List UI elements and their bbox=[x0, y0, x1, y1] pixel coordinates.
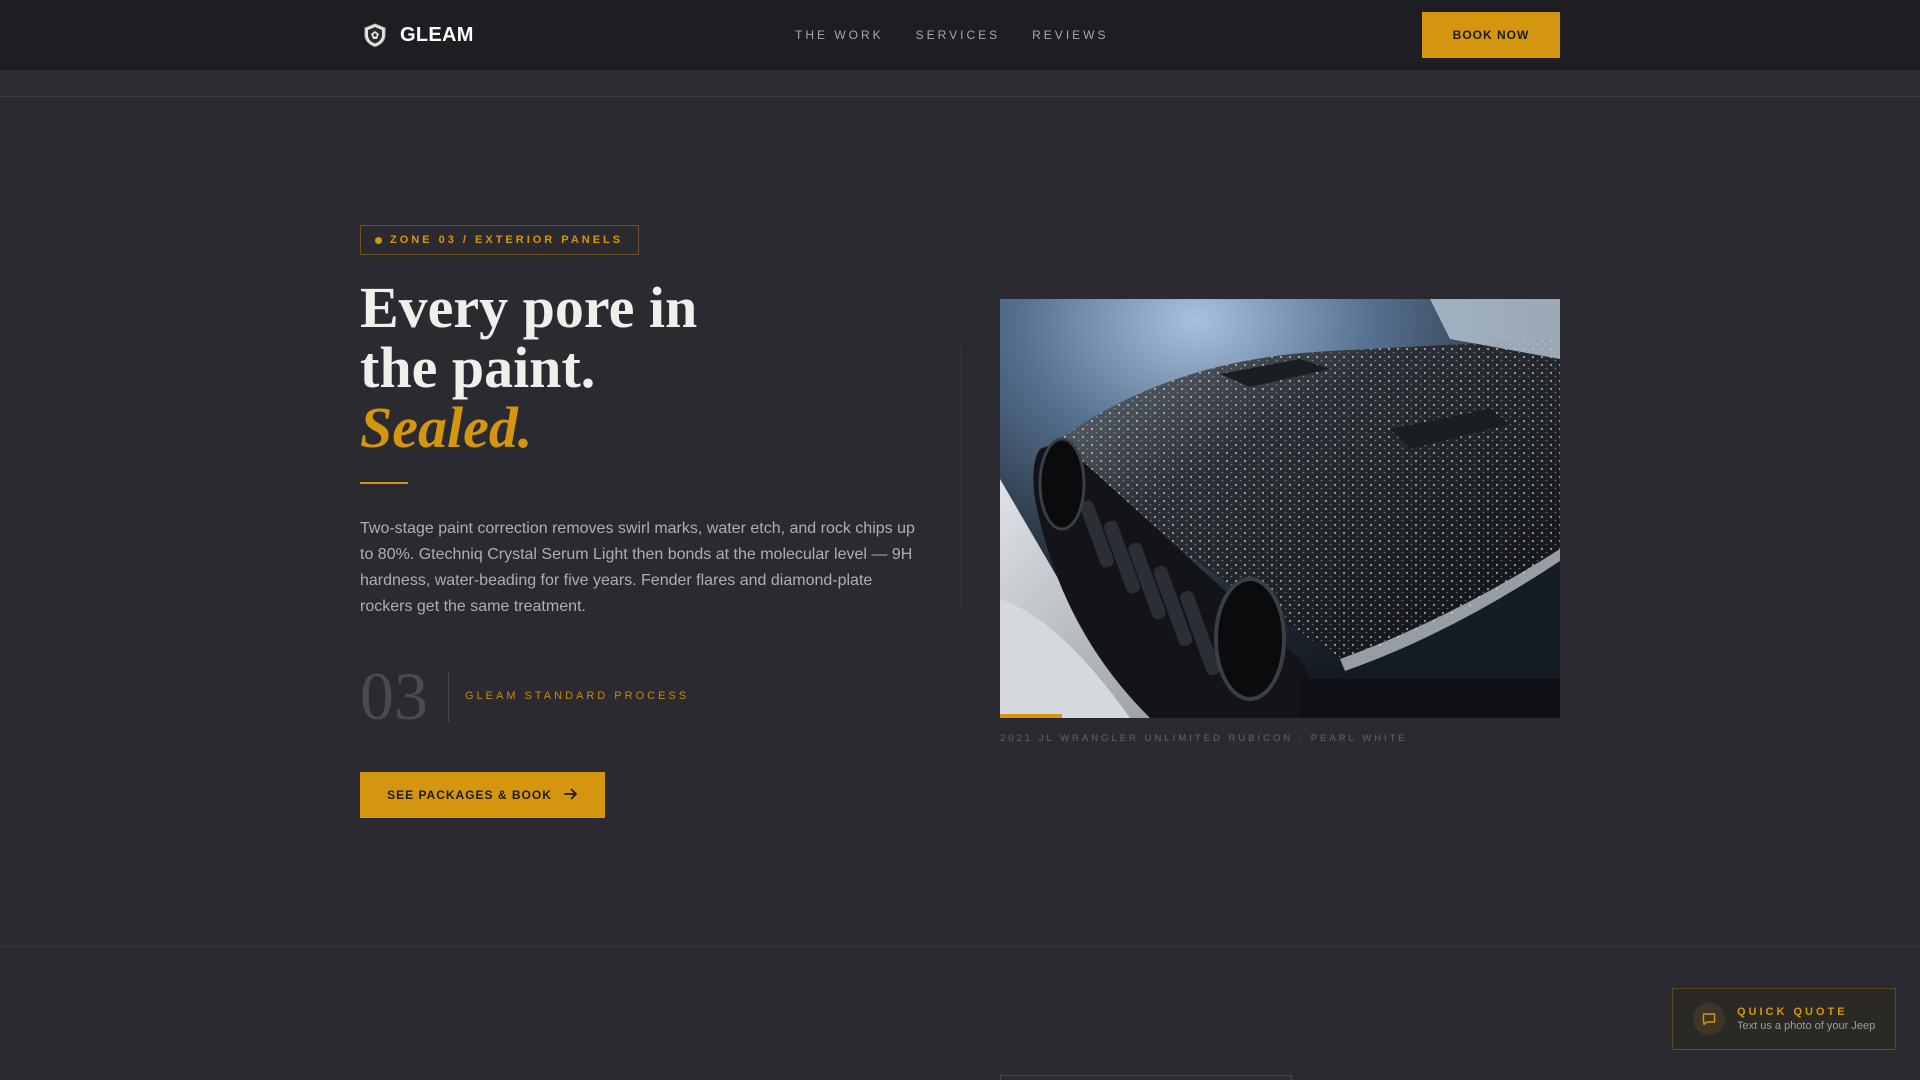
headline-line-1: Every pore in bbox=[360, 275, 698, 340]
shield-logo-icon bbox=[362, 22, 388, 48]
see-packages-button[interactable]: SEE PACKAGES & BOOK bbox=[360, 772, 605, 818]
headline-accent: Sealed. bbox=[360, 395, 533, 460]
headline-rule bbox=[360, 482, 408, 484]
zone-tag-label: ZONE 03 / EXTERIOR PANELS bbox=[390, 234, 624, 246]
quick-quote-title: QUICK QUOTE bbox=[1737, 1006, 1848, 1018]
arrow-right-icon bbox=[564, 788, 578, 803]
step-number: 03 bbox=[360, 658, 428, 734]
column-divider bbox=[960, 345, 961, 605]
step-label: GLEAM STANDARD PROCESS bbox=[465, 690, 690, 702]
photo-progress-bar bbox=[1000, 714, 1062, 718]
nav-link-the-work[interactable]: THE WORK bbox=[795, 28, 884, 42]
hero-description: Two-stage paint correction removes swirl… bbox=[360, 520, 915, 615]
section-divider bbox=[0, 946, 1920, 947]
hero-headline: Every pore in the paint. Sealed. bbox=[360, 278, 880, 458]
chat-bubble-icon bbox=[1693, 1003, 1725, 1035]
headline-line-2: the paint. bbox=[360, 335, 596, 400]
step-divider bbox=[448, 672, 449, 722]
zone-tag: ZONE 03 / EXTERIOR PANELS bbox=[360, 225, 640, 255]
nav-link-services[interactable]: SERVICES bbox=[916, 28, 1000, 42]
photo-caption: 2021 JL WRANGLER UNLIMITED RUBICON · PEA… bbox=[1000, 733, 1408, 744]
tag-dot-icon bbox=[375, 236, 382, 244]
next-section-card bbox=[1000, 1075, 1292, 1080]
site-header: GLEAM THE WORK SERVICES REVIEWS BOOK NOW bbox=[0, 0, 1920, 70]
nav-link-reviews[interactable]: REVIEWS bbox=[1032, 28, 1108, 42]
book-now-button[interactable]: BOOK NOW bbox=[1422, 12, 1560, 58]
quick-quote-subtitle: Text us a photo of your Jeep bbox=[1737, 1020, 1876, 1032]
header-subbar bbox=[0, 70, 1920, 97]
brand-name: GLEAM bbox=[400, 23, 474, 46]
brand[interactable]: GLEAM bbox=[362, 20, 474, 50]
main-nav: THE WORK SERVICES REVIEWS bbox=[795, 28, 1108, 42]
hero-photo bbox=[1000, 299, 1560, 718]
quick-quote-widget[interactable]: QUICK QUOTE Text us a photo of your Jeep bbox=[1672, 988, 1896, 1050]
quick-quote-text: QUICK QUOTE Text us a photo of your Jeep bbox=[1737, 1006, 1875, 1032]
cta-label: SEE PACKAGES & BOOK bbox=[387, 788, 552, 802]
